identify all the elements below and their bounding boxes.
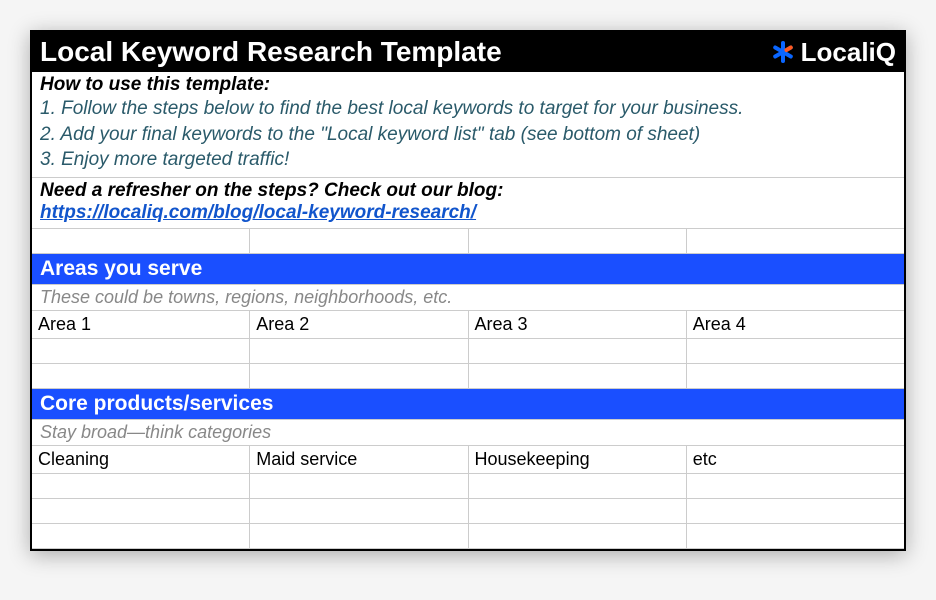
cell[interactable] [687, 229, 904, 253]
instructions-heading: How to use this template: [40, 74, 896, 96]
brand-logo: LocaliQ [771, 37, 896, 68]
cell[interactable] [687, 364, 904, 388]
section-header-areas: Areas you serve [32, 254, 904, 285]
area-cell[interactable]: Area 3 [469, 311, 687, 338]
logo-text: LocaliQ [801, 37, 896, 68]
header-row: Local Keyword Research Template LocaliQ [32, 32, 904, 72]
section-header-products: Core products/services [32, 389, 904, 420]
cell[interactable] [469, 524, 687, 548]
cell[interactable] [687, 474, 904, 498]
cell[interactable] [469, 339, 687, 363]
cell[interactable] [687, 499, 904, 523]
product-cell[interactable]: Housekeeping [469, 446, 687, 473]
spreadsheet-template: Local Keyword Research Template LocaliQ … [30, 30, 906, 551]
empty-row [32, 364, 904, 389]
empty-row [32, 524, 904, 549]
cell[interactable] [469, 474, 687, 498]
refresher-heading: Need a refresher on the steps? Check out… [40, 180, 896, 202]
instructions-block: How to use this template: 1. Follow the … [32, 72, 904, 178]
product-cell[interactable]: Cleaning [32, 446, 250, 473]
cell[interactable] [32, 364, 250, 388]
cell[interactable] [250, 474, 468, 498]
section-hint-products: Stay broad—think categories [32, 420, 904, 446]
empty-row [32, 229, 904, 254]
page-title: Local Keyword Research Template [40, 36, 502, 68]
asterisk-icon [771, 40, 795, 64]
empty-row [32, 499, 904, 524]
areas-row: Area 1 Area 2 Area 3 Area 4 [32, 311, 904, 339]
cell[interactable] [250, 229, 468, 253]
cell[interactable] [469, 229, 687, 253]
section-hint-areas: These could be towns, regions, neighborh… [32, 285, 904, 311]
refresher-block: Need a refresher on the steps? Check out… [32, 178, 904, 229]
instruction-step: 1. Follow the steps below to find the be… [40, 96, 896, 122]
products-row: Cleaning Maid service Housekeeping etc [32, 446, 904, 474]
cell[interactable] [469, 499, 687, 523]
cell[interactable] [250, 524, 468, 548]
cell[interactable] [32, 474, 250, 498]
cell[interactable] [687, 524, 904, 548]
cell[interactable] [469, 364, 687, 388]
area-cell[interactable]: Area 1 [32, 311, 250, 338]
cell[interactable] [32, 229, 250, 253]
cell[interactable] [32, 524, 250, 548]
cell[interactable] [250, 499, 468, 523]
cell[interactable] [32, 339, 250, 363]
cell[interactable] [687, 339, 904, 363]
product-cell[interactable]: Maid service [250, 446, 468, 473]
product-cell[interactable]: etc [687, 446, 904, 473]
instruction-step: 2. Add your final keywords to the "Local… [40, 122, 896, 148]
cell[interactable] [250, 364, 468, 388]
area-cell[interactable]: Area 2 [250, 311, 468, 338]
cell[interactable] [32, 499, 250, 523]
refresher-link[interactable]: https://localiq.com/blog/local-keyword-r… [40, 202, 476, 223]
cell[interactable] [250, 339, 468, 363]
instruction-step: 3. Enjoy more targeted traffic! [40, 147, 896, 173]
area-cell[interactable]: Area 4 [687, 311, 904, 338]
empty-row [32, 339, 904, 364]
empty-row [32, 474, 904, 499]
